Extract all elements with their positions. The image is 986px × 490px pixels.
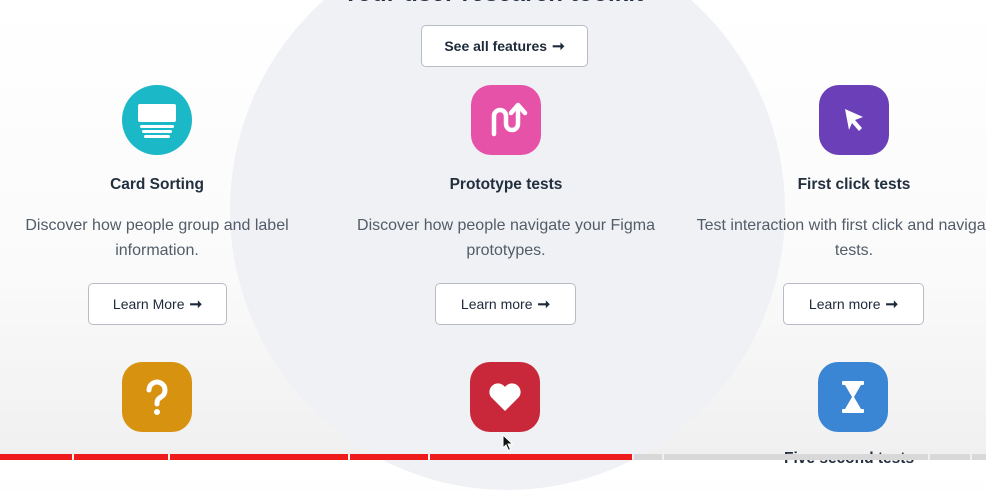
learn-more-label: Learn more	[808, 296, 881, 312]
prototype-tests-title: Prototype tests	[449, 176, 563, 193]
chapter-segment[interactable]	[74, 454, 168, 460]
first-click-tests-card: First click tests Test interaction with …	[684, 85, 986, 263]
section-heading: Your user research toolkit	[0, 0, 986, 8]
card-sorting-description: Discover how people group and label info…	[25, 217, 289, 259]
chapter-segment[interactable]	[664, 454, 928, 460]
arrow-right-icon: ➞	[885, 296, 899, 313]
prototype-tests-card: Prototype tests Discover how people navi…	[336, 85, 676, 263]
question-mark-icon	[122, 362, 192, 432]
chapter-segment[interactable]	[170, 454, 348, 460]
first-click-tests-description: Test interaction with first click and na…	[696, 217, 986, 259]
see-all-features-button[interactable]: See all features ➞	[421, 25, 588, 67]
chapter-segment[interactable]	[930, 454, 970, 460]
arrow-right-icon: ➞	[552, 38, 565, 55]
chapter-segment[interactable]	[430, 454, 632, 460]
first-click-tests-title: First click tests	[797, 176, 911, 193]
prototype-tests-learn-more-button[interactable]: Learn more ➞	[435, 283, 576, 325]
learn-more-label: Learn More	[112, 296, 185, 312]
first-click-tests-learn-more-button[interactable]: Learn more ➞	[783, 283, 924, 325]
chapter-segment[interactable]	[0, 454, 72, 460]
chapter-segment[interactable]	[634, 454, 662, 460]
cursor-arrow-icon	[819, 85, 889, 155]
arrow-right-icon: ➞	[537, 296, 551, 313]
prototype-path-icon	[471, 85, 541, 155]
arrow-right-icon: ➞	[189, 296, 203, 313]
card-sorting-learn-more-button[interactable]: Learn More ➞	[88, 283, 227, 325]
heart-icon	[470, 362, 540, 432]
chapter-segment[interactable]	[972, 454, 986, 460]
chapter-segment[interactable]	[350, 454, 428, 460]
card-sorting-card: Card Sorting Discover how people group a…	[0, 85, 327, 263]
prototype-tests-description: Discover how people navigate your Figma …	[357, 217, 655, 259]
card-stack-icon	[122, 85, 192, 155]
hourglass-icon	[818, 362, 888, 432]
card-sorting-title: Card Sorting	[110, 176, 204, 193]
learn-more-label: Learn more	[460, 296, 533, 312]
mouse-pointer-icon	[502, 433, 514, 457]
video-chapter-bar[interactable]	[0, 454, 986, 460]
see-all-features-label: See all features	[444, 38, 548, 54]
